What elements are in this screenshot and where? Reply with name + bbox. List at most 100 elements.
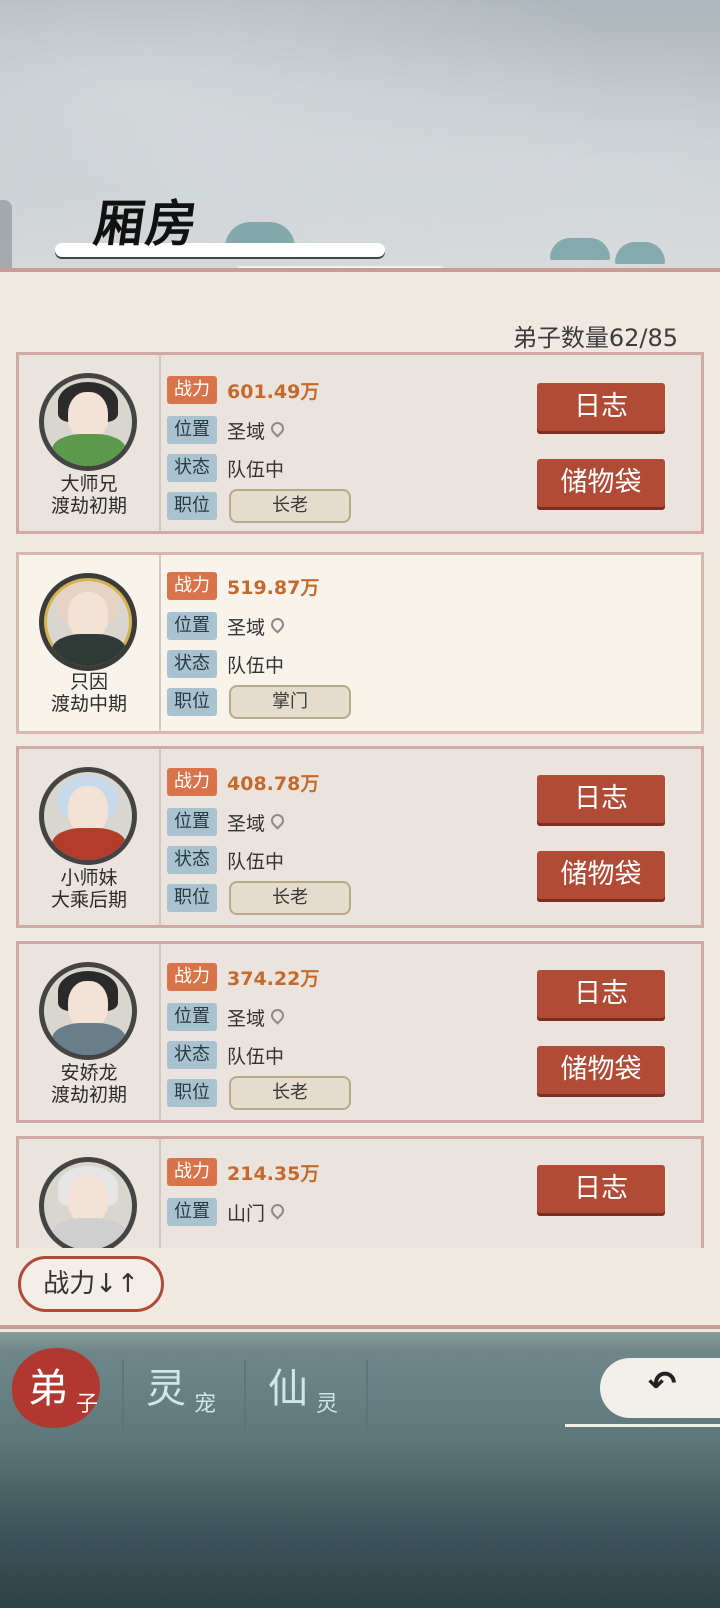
location-tag: 位置 [167,808,217,836]
storage-bag-button[interactable]: 储物袋 [537,459,665,507]
avatar[interactable] [39,573,137,671]
card-divider [159,355,161,531]
position-tag: 职位 [167,688,217,716]
role-badge: 长老 [229,489,351,523]
tab-main-label: 灵 [146,1366,186,1412]
location-pin-icon [268,1200,287,1220]
power-tag: 战力 [167,376,217,404]
disciple-name: 小师妹 [60,867,118,889]
position-tag: 职位 [167,492,217,520]
power-value: 374.22万 [227,967,320,990]
power-value: 408.78万 [227,772,320,795]
avatar-robe [52,1218,126,1248]
status-tag: 状态 [167,454,217,482]
storage-bag-button[interactable]: 储物袋 [537,851,665,899]
storage-bag-button[interactable]: 储物袋 [537,1046,665,1094]
avatar-robe [52,634,126,666]
disciple-card[interactable]: 安娇龙 渡劫初期 战力 374.22万 位置 圣域 状态 队伍中 职位 长老 日志 储物… [16,941,704,1123]
avatar-face [68,1176,108,1224]
role-badge: 掌门 [229,685,351,719]
disciple-count: 弟子数量62/85 [512,324,678,352]
card-clip: 战力 214.35万 位置 山门 日志 [16,1136,704,1248]
location-tag: 位置 [167,416,217,444]
disciple-name: 只因 [69,671,108,693]
location-pin-icon [268,614,287,634]
location-pin-icon [268,418,287,438]
power-tag: 战力 [167,768,217,796]
location-tag: 位置 [167,612,217,640]
log-button[interactable]: 日志 [537,1165,665,1213]
tab-sub-label: 灵 [316,1392,339,1417]
disciple-realm: 渡劫初期 [50,1084,127,1106]
back-cloud-line [565,1424,720,1427]
tab-main-label: 仙 [268,1366,308,1412]
card-divider [159,555,161,731]
nav-divider [366,1360,368,1430]
tab-disciples[interactable]: 弟 子 [6,1348,124,1430]
location-value: 圣域 [227,616,266,639]
avatar[interactable] [39,767,137,865]
power-value: 519.87万 [227,576,320,599]
position-tag: 职位 [167,1079,217,1107]
avatar-face [68,592,108,640]
card-divider [159,944,161,1120]
status-value: 队伍中 [227,1045,285,1068]
disciple-realm: 大乘后期 [50,889,127,911]
avatar-face [68,981,108,1029]
power-value: 601.49万 [227,380,320,403]
disciple-card[interactable]: 战力 214.35万 位置 山门 日志 [16,1136,704,1248]
tab-spirit-pets[interactable]: 灵 宠 [124,1350,242,1430]
status-value: 队伍中 [227,850,285,873]
status-value: 队伍中 [227,458,285,481]
location-value: 圣域 [227,420,266,443]
log-button[interactable]: 日志 [537,970,665,1018]
tab-sub-label: 宠 [194,1392,217,1417]
location-value: 圣域 [227,812,266,835]
avatar-robe [52,828,126,860]
power-tag: 战力 [167,572,217,600]
card-divider [159,1139,161,1248]
status-tag: 状态 [167,846,217,874]
panel-border [0,1325,720,1329]
disciple-card-selected[interactable]: 只因 渡劫中期 战力 519.87万 位置 圣域 状态 队伍中 职位 掌门 [16,552,704,734]
log-button[interactable]: 日志 [537,775,665,823]
location-pin-icon [268,1005,287,1025]
avatar-face [68,786,108,834]
disciple-realm: 渡劫中期 [50,693,127,715]
avatar[interactable] [39,962,137,1060]
card-divider [159,749,161,925]
mountain-scenery [0,1440,720,1608]
disciple-name: 安娇龙 [60,1062,118,1084]
tab-sub-label: 子 [76,1392,99,1417]
location-value: 圣域 [227,1007,266,1030]
location-tag: 位置 [167,1003,217,1031]
back-arrow-icon[interactable]: ↶ [648,1364,677,1404]
disciple-card[interactable]: 小师妹 大乘后期 战力 408.78万 位置 圣域 状态 队伍中 职位 长老 日志 储物… [16,746,704,928]
status-tag: 状态 [167,1041,217,1069]
location-tag: 位置 [167,1198,217,1226]
log-button[interactable]: 日志 [537,383,665,431]
avatar-robe [52,1023,126,1055]
sort-by-power-button[interactable]: 战力↓↑ [18,1256,164,1312]
status-value: 队伍中 [227,654,285,677]
status-tag: 状态 [167,650,217,678]
tab-main-label: 弟 [28,1366,68,1412]
power-tag: 战力 [167,1158,217,1186]
disciple-realm: 渡劫初期 [50,495,127,517]
power-value: 214.35万 [227,1162,320,1185]
role-badge: 长老 [229,1076,351,1110]
role-badge: 长老 [229,881,351,915]
position-tag: 职位 [167,884,217,912]
cloud-ornament [550,238,610,260]
avatar[interactable] [39,1157,137,1248]
power-tag: 战力 [167,963,217,991]
location-value: 山门 [227,1202,266,1225]
disciple-name: 大师兄 [60,473,118,495]
location-pin-icon [268,810,287,830]
avatar-face [68,392,108,440]
avatar-robe [52,434,126,466]
disciple-card[interactable]: 大师兄 渡劫初期 战力 601.49万 位置 圣域 状态 队伍中 职位 长老 日志 储物… [16,352,704,534]
avatar[interactable] [39,373,137,471]
tab-immortal-spirits[interactable]: 仙 灵 [246,1350,364,1430]
page-title: 厢房 [90,194,203,253]
